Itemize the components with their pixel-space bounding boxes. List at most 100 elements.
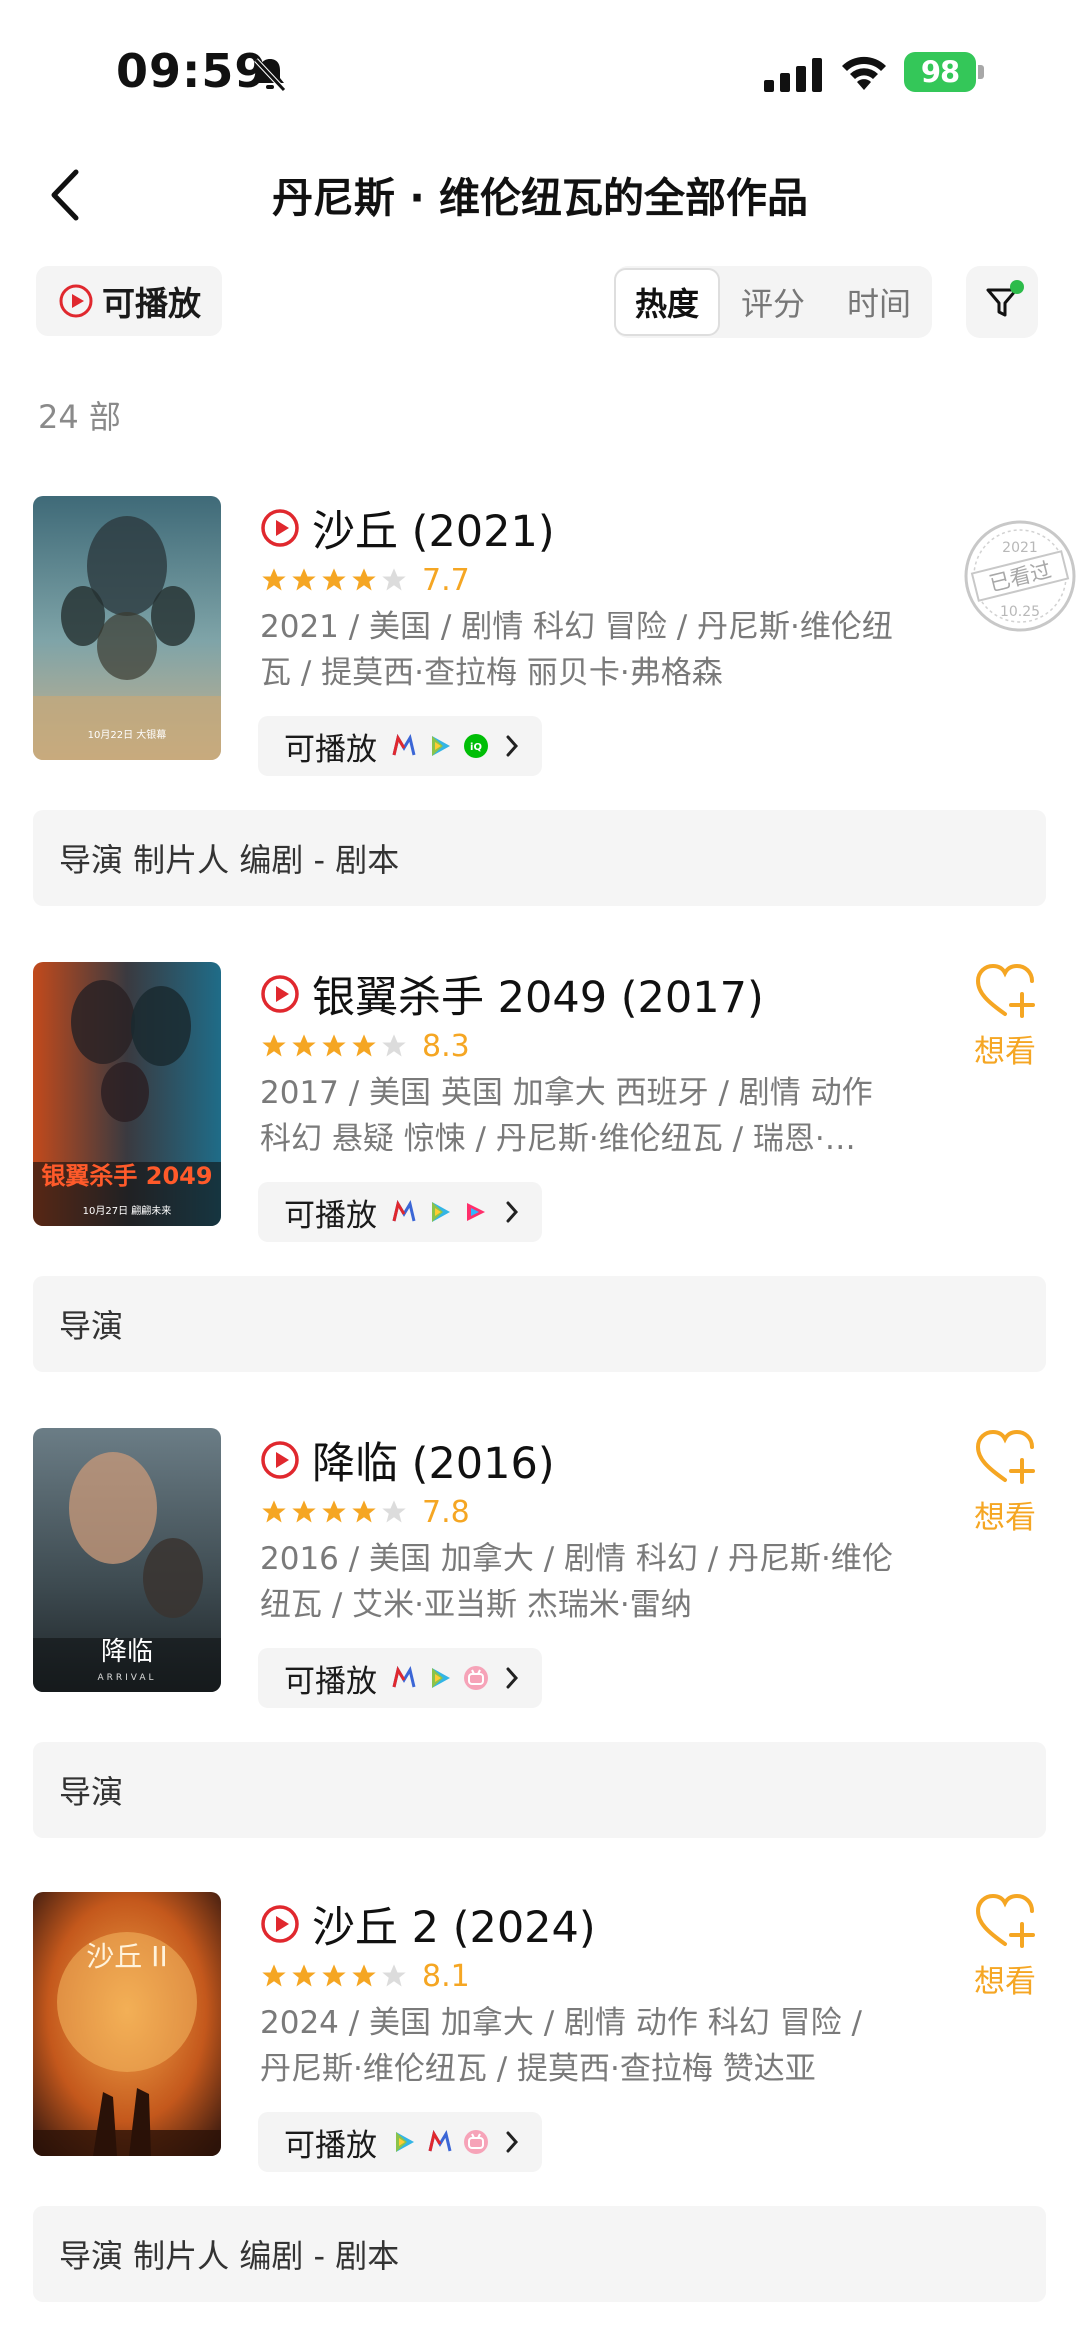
playable-sources-button[interactable]: 可播放 iQ — [258, 716, 542, 776]
play-circle-icon — [261, 975, 299, 1013]
credit-roles: 导演 — [33, 1276, 1046, 1372]
youku-icon — [467, 1203, 485, 1221]
heart-plus-icon — [975, 963, 1035, 1018]
star-empty-icon — [382, 1034, 406, 1057]
play-circle-icon — [261, 509, 299, 547]
star-filled-icon — [352, 568, 376, 591]
migu-icon — [392, 1200, 416, 1222]
movie-poster[interactable]: 10月22日 大银幕 — [33, 496, 221, 760]
svg-text:降临: 降临 — [101, 1637, 153, 1667]
star-filled-icon — [292, 1034, 316, 1057]
playable-sources-button[interactable]: 可播放 — [258, 2112, 542, 2172]
playable-filter-button[interactable]: 可播放 — [36, 266, 222, 336]
movie-card[interactable]: 银翼杀手 2049 10月27日 翩翩未来 银翼杀手 2049 (2017) 8… — [0, 962, 1080, 1392]
heart-plus-icon — [975, 1893, 1035, 1948]
movie-title: 沙丘 2 (2024) — [312, 1903, 596, 1953]
star-filled-icon — [262, 1964, 286, 1987]
battery-indicator: 98 — [904, 52, 984, 92]
star-empty-icon — [382, 1500, 406, 1523]
want-to-watch-button[interactable]: 想看 — [966, 962, 1044, 1071]
playable-label: 可播放 — [284, 731, 377, 768]
heart-plus-icon — [975, 1429, 1035, 1484]
movie-title-row[interactable]: 降临 (2016) — [260, 1432, 555, 1489]
works-count: 24 部 — [38, 398, 121, 436]
sort-tab-popularity[interactable]: 热度 — [614, 268, 720, 336]
star-filled-icon — [262, 1034, 286, 1057]
movie-title: 沙丘 (2021) — [312, 507, 555, 557]
page-title: 丹尼斯 · 维伦纽瓦的全部作品 — [271, 174, 809, 222]
credit-roles: 导演 — [33, 1742, 1046, 1838]
movie-poster[interactable]: 降临 ARRIVAL — [33, 1428, 221, 1692]
filter-active-dot — [1010, 280, 1024, 294]
movie-meta: 2024 / 美国 加拿大 / 剧情 动作 科幻 冒险 / 丹尼斯·维伦纽瓦 /… — [260, 2005, 862, 2087]
wifi-icon — [842, 56, 886, 90]
movie-title-row[interactable]: 沙丘 (2021) — [260, 500, 555, 557]
star-empty-icon — [382, 568, 406, 591]
movie-title: 降临 (2016) — [312, 1439, 555, 1489]
want-to-watch-button[interactable]: 想看 — [966, 1428, 1044, 1537]
star-filled-icon — [352, 1500, 376, 1523]
status-bar: 09:59 98 — [0, 0, 1080, 150]
svg-text:ARRIVAL: ARRIVAL — [97, 1673, 156, 1683]
chevron-right-icon — [506, 735, 519, 757]
movie-card[interactable]: 沙丘 II 沙丘 2 (2024) 8.1 2024 / 美国 加拿大 / 剧情… — [0, 1892, 1080, 2322]
rating-score: 7.7 — [422, 562, 470, 598]
svg-text:2021: 2021 — [1002, 540, 1038, 556]
sort-tab-time[interactable]: 时间 — [826, 266, 932, 338]
play-circle-icon — [59, 284, 93, 318]
rating-score: 8.1 — [422, 1958, 470, 1994]
rating-score: 8.3 — [422, 1028, 470, 1064]
battery-cap — [978, 65, 984, 79]
iqiyi-icon: iQ — [464, 734, 488, 758]
movie-title: 银翼杀手 2049 (2017) — [312, 973, 764, 1023]
playable-sources-button[interactable]: 可播放 — [258, 1182, 542, 1242]
movie-title-row[interactable]: 沙丘 2 (2024) — [260, 1896, 596, 1953]
star-filled-icon — [262, 1500, 286, 1523]
bilibili-icon — [464, 1666, 488, 1690]
migu-icon — [428, 2130, 452, 2152]
star-filled-icon — [352, 1964, 376, 1987]
star-filled-icon — [292, 1964, 316, 1987]
movie-poster[interactable]: 银翼杀手 2049 10月27日 翩翩未来 — [33, 962, 221, 1226]
watched-stamp-icon: 2021 已看过 10.25 — [964, 520, 1076, 632]
star-filled-icon — [322, 1964, 346, 1987]
star-empty-icon — [382, 1964, 406, 1987]
star-filled-icon — [292, 1500, 316, 1523]
want-to-watch-button[interactable]: 想看 — [966, 1892, 1044, 2001]
movie-meta: 2021 / 美国 / 剧情 科幻 冒险 / 丹尼斯·维伦纽瓦 / 提莫西·查拉… — [260, 609, 893, 691]
filter-button[interactable] — [966, 266, 1038, 338]
sort-tabs: 热度 评分 时间 — [614, 266, 932, 338]
bell-muted-icon — [254, 58, 286, 92]
movie-title-row[interactable]: 银翼杀手 2049 (2017) — [260, 966, 764, 1023]
credit-roles: 导演 制片人 编剧 - 剧本 — [33, 2206, 1046, 2302]
svg-text:沙丘 II: 沙丘 II — [86, 1940, 167, 1973]
playable-label: 可播放 — [284, 1197, 377, 1234]
playable-filter-label: 可播放 — [102, 284, 201, 323]
battery-level: 98 — [904, 52, 976, 92]
play-circle-icon — [261, 1441, 299, 1479]
chevron-right-icon — [506, 1201, 519, 1223]
cellular-signal-icon — [764, 58, 822, 92]
filter-toolbar: 可播放 热度 评分 时间 — [0, 262, 1080, 340]
chevron-right-icon — [506, 1667, 519, 1689]
credit-roles: 导演 制片人 编剧 - 剧本 — [33, 810, 1046, 906]
nav-bar: 丹尼斯 · 维伦纽瓦的全部作品 — [0, 150, 1080, 240]
tencent-video-icon — [432, 736, 450, 756]
status-time: 09:59 — [116, 44, 268, 98]
svg-text:10月27日 翩翩未来: 10月27日 翩翩未来 — [83, 1204, 172, 1217]
sort-tab-rating[interactable]: 评分 — [720, 266, 826, 338]
bilibili-icon — [464, 2130, 488, 2154]
movie-card[interactable]: 降临 ARRIVAL 降临 (2016) 7.8 2016 / 美国 加拿大 /… — [0, 1428, 1080, 1858]
star-filled-icon — [322, 1034, 346, 1057]
movie-card[interactable]: 10月22日 大银幕 沙丘 (2021) 7.7 2021 / 美国 / 剧情 … — [0, 496, 1080, 926]
rating-row: 8.1 — [260, 1956, 470, 1996]
rating-row: 8.3 — [260, 1026, 470, 1066]
star-filled-icon — [262, 568, 286, 591]
playable-sources-button[interactable]: 可播放 — [258, 1648, 542, 1708]
want-to-watch-label: 想看 — [974, 1500, 1036, 1536]
chevron-right-icon — [506, 2131, 519, 2153]
movie-poster[interactable]: 沙丘 II — [33, 1892, 221, 2156]
rating-row: 7.8 — [260, 1492, 470, 1532]
star-filled-icon — [322, 568, 346, 591]
star-filled-icon — [292, 568, 316, 591]
